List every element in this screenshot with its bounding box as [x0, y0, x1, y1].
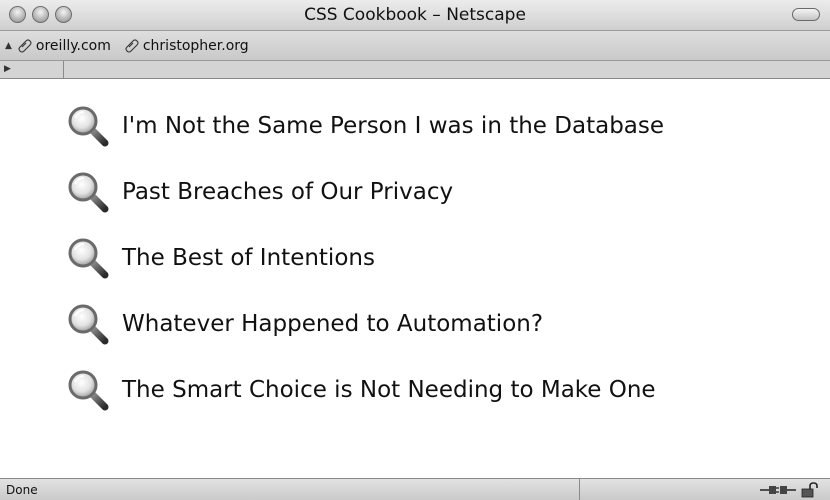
page-content: I'm Not the Same Person I was in the Dat… — [0, 79, 830, 478]
unlocked-padlock-icon[interactable] — [800, 481, 820, 498]
status-bar: Done — [0, 478, 830, 500]
status-text: Done — [6, 482, 38, 497]
list-item-label: I'm Not the Same Person I was in the Dat… — [122, 113, 665, 139]
bookmark-icon — [125, 38, 139, 53]
list-item[interactable]: Whatever Happened to Automation? — [66, 302, 664, 346]
list-item-label: The Best of Intentions — [122, 245, 375, 271]
list-item-label: Whatever Happened to Automation? — [122, 311, 544, 337]
toolbar-toggle-button[interactable] — [792, 8, 820, 21]
bookmark-christopher[interactable]: christopher.org — [125, 38, 249, 54]
bookmark-oreilly[interactable]: oreilly.com — [18, 38, 111, 54]
magnifier-icon — [68, 304, 109, 345]
window-title: CSS Cookbook – Netscape — [304, 5, 526, 25]
bookmark-label: oreilly.com — [35, 37, 111, 54]
list-item[interactable]: The Smart Choice is Not Needing to Make … — [66, 368, 664, 412]
article-list: I'm Not the Same Person I was in the Dat… — [66, 104, 664, 434]
list-item-label: Past Breaches of Our Privacy — [122, 179, 454, 205]
magnifier-icon — [68, 238, 109, 279]
magnifier-icon — [68, 172, 109, 213]
tab-expand-arrow-icon[interactable]: ▶ — [0, 61, 64, 78]
magnifier-icon — [68, 370, 109, 411]
list-item[interactable]: I'm Not the Same Person I was in the Dat… — [66, 104, 664, 148]
list-item[interactable]: Past Breaches of Our Privacy — [66, 170, 664, 214]
list-item-label: The Smart Choice is Not Needing to Make … — [122, 377, 656, 403]
connection-plug-icon[interactable] — [759, 483, 797, 497]
browser-window: CSS Cookbook – Netscape ▲ oreilly.com ch… — [0, 0, 830, 500]
bookmark-label: christopher.org — [142, 37, 249, 54]
title-bar: CSS Cookbook – Netscape — [0, 0, 830, 31]
magnifier-icon — [68, 106, 109, 147]
bookmarks-bar: ▲ oreilly.com christopher.org — [0, 31, 830, 61]
bookmark-icon — [18, 38, 32, 53]
tab-strip: ▶ — [0, 61, 830, 79]
list-item[interactable]: The Best of Intentions — [66, 236, 664, 280]
status-divider — [579, 479, 580, 500]
collapse-arrow-icon[interactable]: ▲ — [5, 41, 12, 51]
